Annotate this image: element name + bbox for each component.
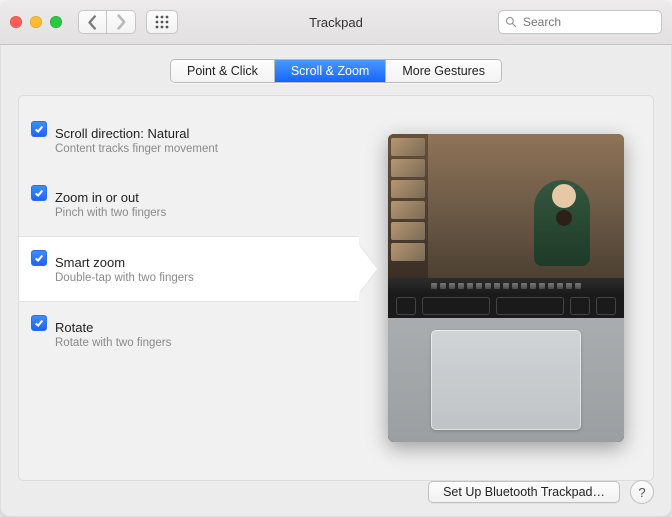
preview-screen	[388, 134, 624, 278]
option-subtitle: Content tracks finger movement	[55, 143, 359, 155]
checkmark-icon	[34, 124, 44, 134]
checkmark-icon	[34, 253, 44, 263]
tab-label: Point & Click	[187, 64, 258, 78]
checkbox[interactable]	[31, 315, 47, 331]
option-label: Scroll direction: Natural	[55, 126, 359, 141]
option-label: Zoom in or out	[55, 190, 359, 205]
checkbox[interactable]	[31, 121, 47, 137]
option-subtitle: Double-tap with two fingers	[55, 272, 359, 284]
tab-more-gestures[interactable]: More Gestures	[386, 60, 501, 82]
window-controls	[10, 16, 62, 28]
option-subtitle: Rotate with two fingers	[55, 337, 359, 349]
options-list: Scroll direction: Natural Content tracks …	[19, 96, 359, 480]
option-scroll-direction[interactable]: Scroll direction: Natural Content tracks …	[19, 108, 359, 172]
checkmark-icon	[34, 318, 44, 328]
option-rotate[interactable]: Rotate Rotate with two fingers	[19, 302, 359, 366]
show-all-button[interactable]	[146, 10, 178, 34]
device-preview	[388, 134, 624, 442]
option-label: Smart zoom	[55, 255, 359, 270]
grid-icon	[155, 15, 169, 29]
help-button[interactable]: ?	[630, 480, 654, 504]
checkbox[interactable]	[31, 250, 47, 266]
zoom-icon[interactable]	[50, 16, 62, 28]
search-icon	[505, 16, 517, 28]
option-subtitle: Pinch with two fingers	[55, 207, 359, 219]
preferences-window: Trackpad Point & Click Scroll & Zoom More …	[0, 0, 672, 517]
footer: Set Up Bluetooth Trackpad… ?	[0, 467, 672, 517]
preview-touchbar	[388, 294, 624, 318]
chevron-right-icon	[113, 14, 129, 30]
option-label: Rotate	[55, 320, 359, 335]
option-zoom[interactable]: Zoom in or out Pinch with two fingers	[19, 172, 359, 236]
preview-dock	[388, 278, 624, 294]
preview-thumbnails	[388, 134, 428, 278]
search-field[interactable]	[498, 10, 662, 34]
nav-buttons	[78, 10, 136, 34]
option-smart-zoom[interactable]: Smart zoom Double-tap with two fingers	[19, 236, 359, 302]
checkbox[interactable]	[31, 185, 47, 201]
forward-button[interactable]	[107, 11, 135, 33]
chevron-left-icon	[85, 15, 100, 30]
tabs-row: Point & Click Scroll & Zoom More Gestures	[0, 45, 672, 95]
checkmark-icon	[34, 188, 44, 198]
minimize-icon[interactable]	[30, 16, 42, 28]
close-icon[interactable]	[10, 16, 22, 28]
preview-trackpad-body	[388, 318, 624, 442]
tab-scroll-zoom[interactable]: Scroll & Zoom	[275, 60, 387, 82]
titlebar: Trackpad	[0, 0, 672, 45]
tab-label: More Gestures	[402, 64, 485, 78]
setup-bluetooth-trackpad-button[interactable]: Set Up Bluetooth Trackpad…	[428, 481, 620, 503]
tab-label: Scroll & Zoom	[291, 64, 370, 78]
search-input[interactable]	[521, 14, 672, 30]
preview-photo	[428, 134, 624, 278]
preview-trackpad	[431, 330, 581, 430]
tabs-segmented-control: Point & Click Scroll & Zoom More Gestures	[170, 59, 502, 83]
content-card: Scroll direction: Natural Content tracks …	[18, 95, 654, 481]
tab-point-click[interactable]: Point & Click	[171, 60, 275, 82]
back-button[interactable]	[79, 11, 107, 33]
gesture-preview	[359, 96, 653, 480]
